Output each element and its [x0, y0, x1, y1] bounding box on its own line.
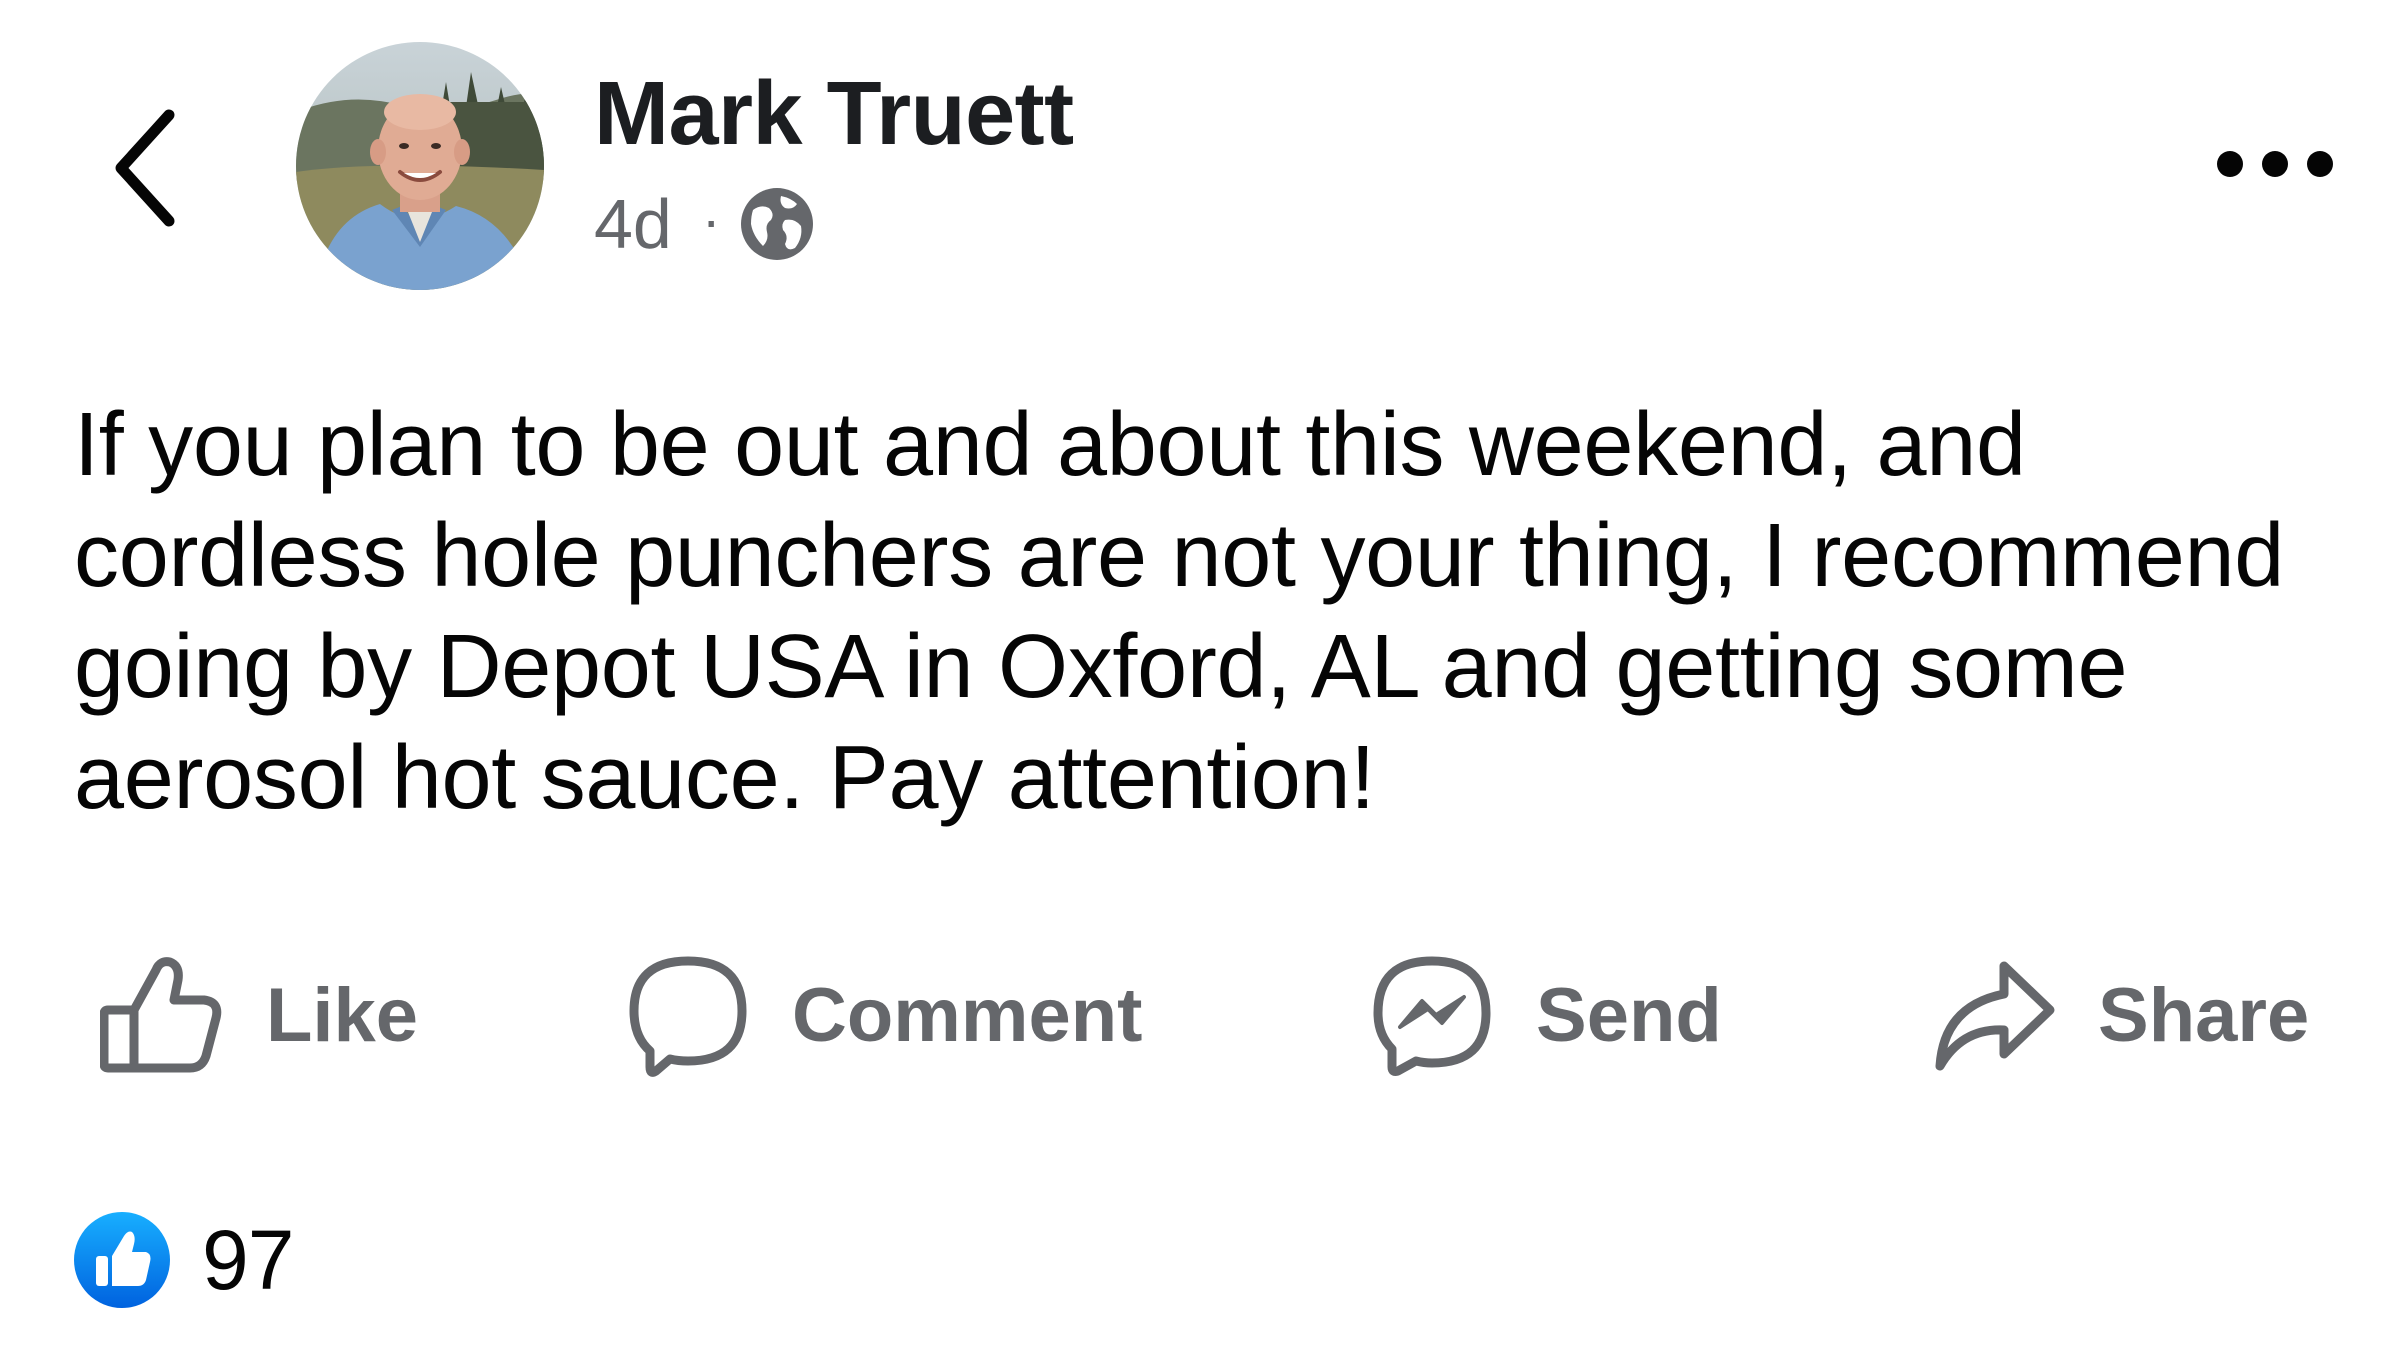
share-button[interactable]: Share: [1932, 950, 2309, 1080]
globe-icon: [740, 188, 813, 260]
comment-bubble-icon: [629, 956, 747, 1077]
meta-separator: ·: [701, 188, 721, 251]
post-meta: 4d ·: [594, 186, 815, 262]
reactions-summary[interactable]: 97: [72, 1210, 294, 1310]
thumbs-up-icon: [100, 957, 222, 1073]
like-button[interactable]: Like: [100, 950, 418, 1080]
share-arrow-icon: [1935, 961, 2055, 1071]
like-label: Like: [266, 972, 419, 1058]
send-label: Send: [1536, 972, 1722, 1058]
comment-label: Comment: [792, 972, 1143, 1058]
comment-button[interactable]: Comment: [626, 950, 1142, 1080]
messenger-icon: [1373, 956, 1491, 1076]
post-text: If you plan to be out and about this wee…: [74, 395, 2284, 828]
post-page: Mark Truett 4d · If you plan to be out a…: [0, 0, 2400, 1350]
reaction-count: 97: [202, 1212, 294, 1307]
more-horizontal-icon: [2217, 151, 2333, 177]
chevron-left-icon: [115, 109, 175, 227]
like-reaction-icon: [74, 1212, 170, 1308]
post-timestamp[interactable]: 4d: [594, 189, 672, 259]
action-bar: Like Comment Send Share: [0, 950, 2400, 1080]
send-button[interactable]: Send: [1370, 950, 1722, 1080]
author-name[interactable]: Mark Truett: [594, 60, 1074, 168]
more-options-button[interactable]: [2200, 124, 2350, 204]
back-button[interactable]: [96, 98, 196, 238]
avatar[interactable]: [296, 42, 544, 290]
avatar-photo: [296, 42, 544, 290]
share-label: Share: [2098, 972, 2310, 1058]
